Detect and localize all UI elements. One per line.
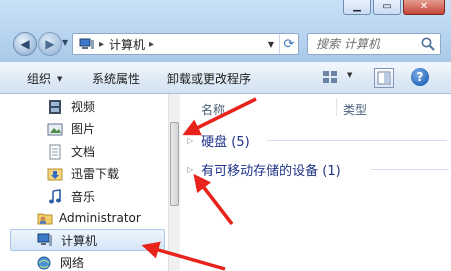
group-header-removable-storage[interactable]: ▷ 有可移动存储的设备 (1) bbox=[187, 160, 341, 179]
sidebar-item-pictures[interactable]: 图片 bbox=[47, 120, 95, 137]
network-icon bbox=[37, 256, 51, 269]
uninstall-label: 卸载或更改程序 bbox=[167, 72, 252, 86]
sidebar-item-label: 音乐 bbox=[71, 190, 96, 204]
uninstall-change-program-button[interactable]: 卸载或更改程序 bbox=[167, 70, 251, 87]
sidebar-item-label: 图片 bbox=[71, 122, 96, 136]
preview-pane-button[interactable] bbox=[374, 68, 394, 88]
sidebar-item-network[interactable]: 网络 bbox=[36, 254, 84, 271]
minimize-button[interactable]: ▁ bbox=[343, 0, 371, 15]
address-bar[interactable]: ▸ 计算机 ▸ ▼ ⟳ bbox=[72, 33, 299, 55]
sidebar-item-label: 计算机 bbox=[61, 233, 98, 248]
forward-arrow-icon: ▶ bbox=[45, 37, 55, 51]
sidebar-item-label: 视频 bbox=[71, 100, 96, 114]
help-icon: ? bbox=[416, 70, 424, 84]
sidebar-item-videos[interactable]: 视频 bbox=[47, 98, 95, 115]
picture-icon bbox=[47, 123, 63, 135]
document-icon bbox=[49, 144, 61, 159]
back-arrow-icon: ◀ bbox=[20, 37, 30, 51]
content-pane: 名称 类型 ▷ 硬盘 (5) ▷ 有可移动存储的设备 (1) bbox=[181, 94, 451, 271]
navigation-pane-scrollbar[interactable] bbox=[168, 94, 180, 271]
user-folder-icon bbox=[37, 213, 53, 225]
column-header-name[interactable]: 名称 bbox=[201, 101, 225, 118]
close-button[interactable]: ✕ bbox=[403, 0, 445, 15]
sidebar-item-label: Administrator bbox=[59, 211, 141, 225]
group-header-hard-disks[interactable]: ▷ 硬盘 (5) bbox=[187, 131, 250, 150]
breadcrumb-separator-icon[interactable]: ▸ bbox=[99, 39, 104, 50]
sidebar-item-thunder-download[interactable]: 迅雷下载 bbox=[47, 165, 119, 182]
recent-pages-dropdown-icon[interactable]: ▼ bbox=[62, 38, 68, 47]
help-button[interactable]: ? bbox=[411, 68, 429, 86]
thunder-download-icon bbox=[47, 168, 63, 180]
column-divider[interactable] bbox=[336, 98, 337, 116]
system-properties-label: 系统属性 bbox=[92, 72, 141, 86]
search-box[interactable] bbox=[307, 33, 441, 55]
sidebar-item-computer[interactable]: 计算机 bbox=[10, 229, 165, 251]
window-controls: ▁ ▭ ✕ bbox=[343, 0, 445, 15]
computer-icon bbox=[79, 38, 94, 49]
group-label: 有可移动存储的设备 (1) bbox=[201, 164, 341, 179]
scrollbar-thumb[interactable] bbox=[170, 122, 179, 206]
breadcrumb-separator-icon[interactable]: ▸ bbox=[149, 39, 154, 50]
organize-menu-button[interactable]: 组织 ▼ bbox=[27, 70, 62, 87]
chevron-down-icon: ▼ bbox=[57, 75, 63, 83]
sidebar-item-label: 网络 bbox=[60, 256, 85, 270]
sidebar-item-documents[interactable]: 文档 bbox=[47, 143, 95, 160]
sidebar-item-label: 迅雷下载 bbox=[71, 167, 120, 181]
column-header-type[interactable]: 类型 bbox=[343, 101, 367, 118]
refresh-button[interactable]: ⟳ bbox=[279, 34, 298, 54]
expand-triangle-icon[interactable]: ▷ bbox=[187, 165, 193, 174]
navigation-pane: 视频 图片 文档 迅雷下载 音乐 Administrator 计算机 网络 bbox=[0, 94, 169, 271]
view-options-icon[interactable] bbox=[322, 69, 338, 85]
system-properties-button[interactable]: 系统属性 bbox=[92, 70, 140, 87]
video-icon bbox=[49, 99, 61, 114]
search-input[interactable] bbox=[316, 37, 412, 51]
breadcrumb-computer[interactable]: 计算机 bbox=[109, 36, 145, 53]
computer-icon bbox=[37, 233, 52, 246]
sidebar-item-music[interactable]: 音乐 bbox=[47, 188, 95, 205]
back-button[interactable]: ◀ bbox=[13, 32, 37, 56]
view-options-dropdown-icon[interactable]: ▼ bbox=[347, 71, 352, 79]
address-history-dropdown-icon[interactable]: ▼ bbox=[264, 34, 278, 54]
group-divider bbox=[371, 169, 449, 170]
organize-label: 组织 bbox=[27, 72, 52, 86]
maximize-button[interactable]: ▭ bbox=[373, 0, 401, 15]
forward-button[interactable]: ▶ bbox=[38, 32, 62, 56]
expand-triangle-icon[interactable]: ▷ bbox=[187, 136, 193, 145]
group-label: 硬盘 (5) bbox=[201, 135, 250, 150]
refresh-icon: ⟳ bbox=[283, 36, 295, 52]
title-bar: ▁ ▭ ✕ ◀ ▶ ▼ ▸ 计算机 ▸ ▼ ⟳ bbox=[0, 0, 451, 62]
explorer-window: ▁ ▭ ✕ ◀ ▶ ▼ ▸ 计算机 ▸ ▼ ⟳ 搜索 计算机 组织 ▼ 系统属性… bbox=[0, 0, 451, 271]
sidebar-item-label: 文档 bbox=[71, 145, 96, 159]
command-bar: 组织 ▼ 系统属性 卸载或更改程序 ▼ ? bbox=[0, 62, 451, 94]
sidebar-item-administrator[interactable]: Administrator bbox=[37, 210, 141, 226]
preview-pane-icon bbox=[377, 71, 391, 85]
search-icon[interactable] bbox=[420, 36, 436, 52]
music-icon bbox=[49, 188, 61, 203]
group-divider bbox=[267, 140, 447, 141]
